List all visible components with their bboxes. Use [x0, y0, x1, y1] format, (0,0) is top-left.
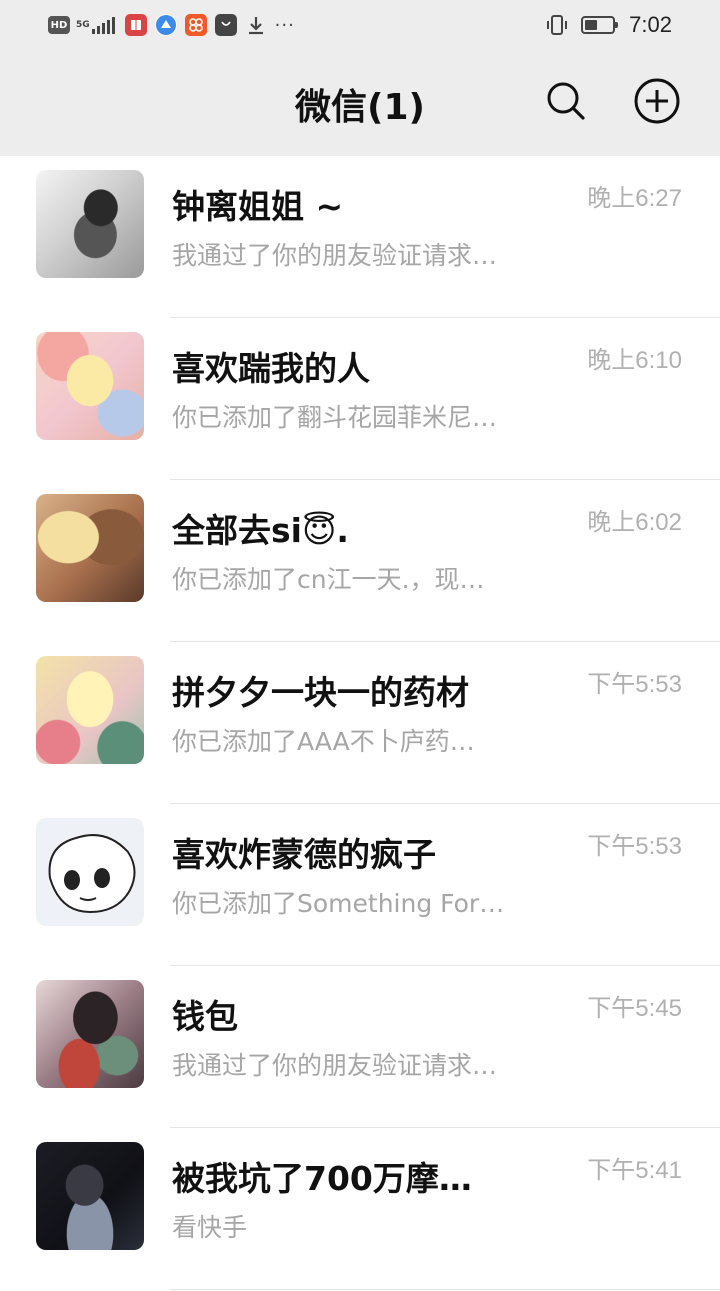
- chat-name: 喜欢炸蒙德的疯子: [172, 835, 436, 874]
- add-button[interactable]: [632, 76, 682, 126]
- chat-preview: 我通过了你的朋友验证请求…: [172, 1051, 498, 1080]
- chat-row[interactable]: 拼夕夕一块一的药材 你已添加了AAA不卜庐药… 下午5:53: [0, 642, 720, 804]
- battery-level: [585, 20, 598, 30]
- chat-name: 全部去si😇.: [172, 511, 349, 550]
- chat-preview: 你已添加了AAA不卜庐药…: [172, 727, 475, 756]
- chat-time: 下午5:53: [587, 671, 682, 698]
- signal-icon: [91, 16, 117, 34]
- status-right: 7:02: [545, 10, 672, 40]
- search-icon: [547, 82, 585, 120]
- chat-preview: 看快手: [172, 1213, 248, 1242]
- chat-name: 钟离姐姐 ~: [172, 187, 344, 226]
- chat-time: 晚上6:27: [587, 185, 682, 212]
- chat-name: 钱包: [172, 997, 238, 1036]
- chat-time: 下午5:45: [587, 995, 682, 1022]
- more-notifications-icon: ···: [274, 14, 295, 36]
- app-header: 微信(1): [0, 50, 720, 156]
- browser-app-icon: [154, 14, 177, 36]
- avatar[interactable]: [36, 1142, 144, 1250]
- avatar[interactable]: [36, 170, 144, 278]
- chat-preview: 你已添加了cn江一天.，现…: [172, 565, 485, 594]
- download-icon: [245, 14, 267, 36]
- status-bar: HD 5G ··· 7:02: [0, 0, 720, 50]
- chat-time: 晚上6:02: [587, 509, 682, 536]
- chat-row[interactable]: 被我坑了700万摩… 看快手 下午5:41: [0, 1128, 720, 1290]
- avatar[interactable]: [36, 818, 144, 926]
- clock: 7:02: [629, 12, 672, 37]
- chat-name: 被我坑了700万摩…: [172, 1159, 472, 1198]
- plus-circle-icon: [634, 78, 680, 124]
- avatar-drawing: [48, 834, 136, 914]
- chat-name: 拼夕夕一块一的药材: [172, 673, 469, 712]
- grid-app-icon: [184, 14, 207, 36]
- chat-time: 晚上6:10: [587, 347, 682, 374]
- chat-preview: 我通过了你的朋友验证请求…: [172, 241, 498, 270]
- vibrate-icon: [547, 15, 568, 35]
- chat-preview: 你已添加了Something For…: [172, 889, 505, 918]
- chat-preview: 你已添加了翻斗花园菲米尼…: [172, 403, 498, 432]
- chat-row[interactable]: 喜欢炸蒙德的疯子 你已添加了Something For… 下午5:53: [0, 804, 720, 966]
- battery-icon: [581, 16, 619, 34]
- divider: [170, 1289, 720, 1290]
- avatar[interactable]: [36, 656, 144, 764]
- status-left: HD 5G ···: [48, 12, 295, 38]
- avatar[interactable]: [36, 980, 144, 1088]
- chat-row[interactable]: 钱包 我通过了你的朋友验证请求… 下午5:45: [0, 966, 720, 1128]
- hd-badge: HD: [48, 16, 70, 34]
- chat-row[interactable]: 钟离姐姐 ~ 我通过了你的朋友验证请求… 晚上6:27: [0, 156, 720, 318]
- avatar[interactable]: [36, 494, 144, 602]
- book-app-icon: [124, 14, 147, 36]
- chat-list: 钟离姐姐 ~ 我通过了你的朋友验证请求… 晚上6:27 喜欢踹我的人 你已添加了…: [0, 156, 720, 1290]
- chat-time: 下午5:41: [587, 1157, 682, 1184]
- search-button[interactable]: [541, 76, 591, 126]
- chat-name: 喜欢踹我的人: [172, 349, 370, 388]
- avatar[interactable]: [36, 332, 144, 440]
- chat-time: 下午5:53: [587, 833, 682, 860]
- chat-row[interactable]: 喜欢踹我的人 你已添加了翻斗花园菲米尼… 晚上6:10: [0, 318, 720, 480]
- page-title: 微信(1): [295, 87, 425, 128]
- network-type: 5G: [76, 19, 90, 30]
- shopping-bag-icon: [214, 14, 237, 36]
- chat-row[interactable]: 全部去si😇. 你已添加了cn江一天.，现… 晚上6:02: [0, 480, 720, 642]
